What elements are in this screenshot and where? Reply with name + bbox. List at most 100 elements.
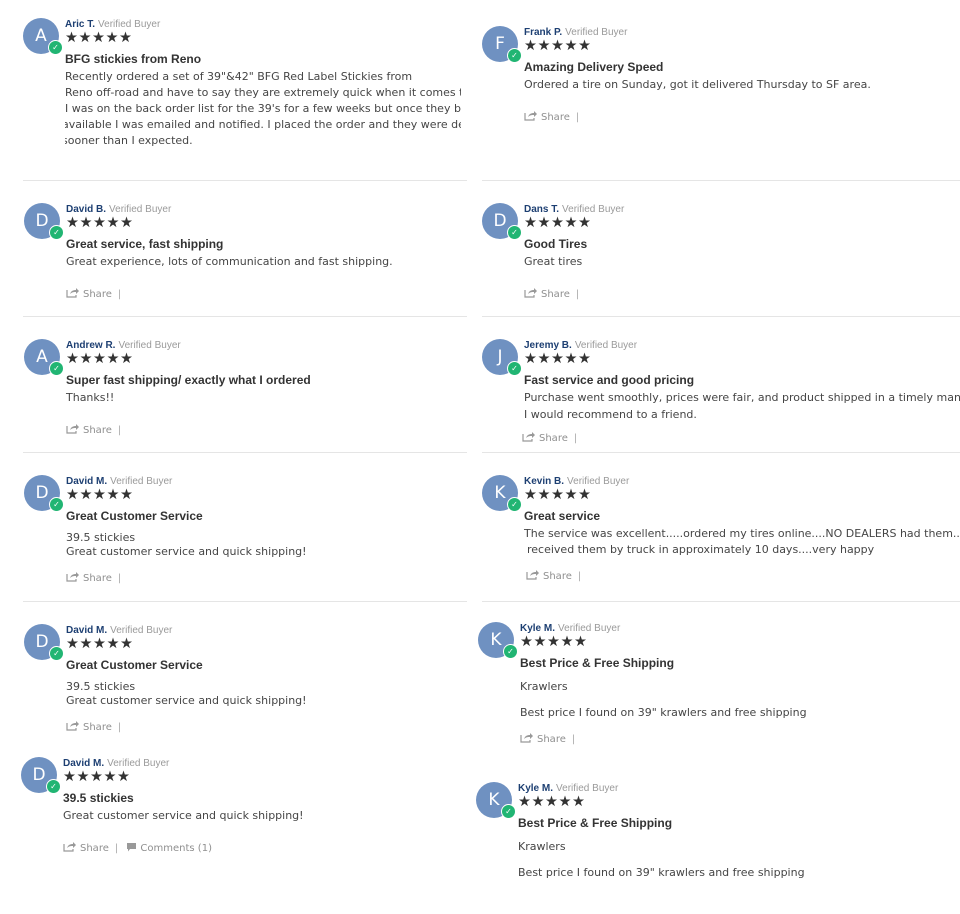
review-body-line xyxy=(520,693,807,706)
comments-button[interactable]: Comments (1) xyxy=(127,843,212,854)
share-icon xyxy=(522,431,535,442)
reviewer-name[interactable]: David M. xyxy=(63,758,104,769)
share-icon xyxy=(63,841,76,852)
separator: | xyxy=(114,843,119,854)
separator: | xyxy=(117,722,122,733)
verified-buyer-label: Verified Buyer xyxy=(556,783,619,794)
star-rating: ★★★★★ xyxy=(524,215,592,231)
share-button[interactable]: Share xyxy=(66,287,112,300)
review-body-line: The service was excellent.....ordered my… xyxy=(524,527,960,540)
review-body-line xyxy=(518,853,805,866)
separator: | xyxy=(573,433,578,444)
star-rating: ★★★★★ xyxy=(524,351,592,367)
review-title: Fast service and good pricing xyxy=(524,373,695,387)
review-body-line: Krawlers xyxy=(520,680,568,693)
reviewer-name[interactable]: David B. xyxy=(66,204,106,215)
reviewer-name[interactable]: Jeremy B. xyxy=(524,340,572,351)
reviewer-name[interactable]: Kyle M. xyxy=(518,783,553,794)
review-title: Great Customer Service xyxy=(66,658,203,672)
share-button[interactable]: Share xyxy=(526,569,572,582)
review-body-line: Thanks!! xyxy=(66,391,115,404)
verified-buyer-label: Verified Buyer xyxy=(558,623,621,634)
star-rating: ★★★★★ xyxy=(63,769,131,785)
reviewer-name[interactable]: Frank P. xyxy=(524,27,562,38)
share-button[interactable]: Share xyxy=(66,720,112,733)
share-button[interactable]: Share xyxy=(520,733,566,745)
share-icon xyxy=(524,287,537,298)
review-title: Great service xyxy=(524,509,601,523)
verified-buyer-label: Verified Buyer xyxy=(109,204,172,215)
review-actions: Share | xyxy=(524,287,585,301)
verified-check-icon: ✓ xyxy=(48,40,63,55)
review-title: Great service, fast shipping xyxy=(66,237,224,251)
review-body-line: 39.5 stickies xyxy=(66,680,136,693)
review-body-line: Great customer service and quick shippin… xyxy=(66,545,307,558)
review-body: Krawlers Best price I found on 39" krawl… xyxy=(520,680,807,719)
share-button[interactable]: Share xyxy=(66,571,112,584)
divider xyxy=(482,316,960,317)
verified-buyer-label: Verified Buyer xyxy=(118,340,181,351)
review-body-line: Great experience, lots of communication … xyxy=(66,255,393,268)
reviewer-name[interactable]: Kyle M. xyxy=(520,623,555,634)
share-icon xyxy=(66,720,79,731)
share-icon xyxy=(526,569,539,580)
review-title: Super fast shipping/ exactly what I orde… xyxy=(66,373,311,387)
divider xyxy=(23,601,467,602)
share-button[interactable]: Share xyxy=(63,841,109,854)
review-body: Great tires xyxy=(524,254,582,270)
star-rating: ★★★★★ xyxy=(65,30,133,46)
review-actions: Share | Comments (1) xyxy=(63,841,212,855)
star-rating: ★★★★★ xyxy=(66,487,134,503)
share-button[interactable]: Share xyxy=(522,431,568,444)
review-title: 39.5 stickies xyxy=(63,791,134,805)
verified-check-icon: ✓ xyxy=(49,497,64,512)
divider xyxy=(23,452,467,453)
review-body-line: available I was emailed and notified. I … xyxy=(65,118,461,131)
verified-buyer-label: Verified Buyer xyxy=(565,27,628,38)
review-body-line: I was on the back order list for the 39'… xyxy=(65,102,461,115)
verified-check-icon: ✓ xyxy=(49,646,64,661)
review-actions: Share | xyxy=(66,571,127,585)
review-actions: Share | xyxy=(520,732,581,746)
separator: | xyxy=(575,289,580,300)
review-body: Thanks!! xyxy=(66,390,114,406)
review-body: Krawlers Best price I found on 39" krawl… xyxy=(518,840,805,879)
review-body-line: Best price I found on 39" krawlers and f… xyxy=(520,706,807,719)
review-body-line: Reno off-road and have to say they are e… xyxy=(65,86,461,99)
share-button[interactable]: Share xyxy=(66,424,112,436)
separator: | xyxy=(117,289,122,300)
reviewer-name[interactable]: David M. xyxy=(66,476,107,487)
share-button[interactable]: Share xyxy=(524,287,570,300)
star-rating: ★★★★★ xyxy=(524,38,592,54)
review-body-line: Krawlers xyxy=(518,840,566,853)
reviewer-name[interactable]: Kevin B. xyxy=(524,476,564,487)
reviewer-name[interactable]: Andrew R. xyxy=(66,340,115,351)
review-body-line: Recently ordered a set of 39"&42" BFG Re… xyxy=(65,70,413,83)
star-rating: ★★★★★ xyxy=(66,215,134,231)
review-body: Great customer service and quick shippin… xyxy=(63,808,304,824)
review-title: Best Price & Free Shipping xyxy=(520,656,675,670)
review-body-line: Ordered a tire on Sunday, got it deliver… xyxy=(524,78,871,91)
verified-buyer-label: Verified Buyer xyxy=(567,476,630,487)
verified-check-icon: ✓ xyxy=(507,497,522,512)
review-title: Great Customer Service xyxy=(66,509,203,523)
share-icon xyxy=(66,287,79,298)
separator: | xyxy=(577,571,582,582)
review-actions: Share | xyxy=(526,569,587,583)
verified-check-icon: ✓ xyxy=(501,804,516,819)
review-actions: Share | xyxy=(66,287,127,301)
star-rating: ★★★★★ xyxy=(66,351,134,367)
share-button[interactable]: Share xyxy=(524,110,570,123)
share-icon xyxy=(66,571,79,582)
review-title: Best Price & Free Shipping xyxy=(518,816,673,830)
reviewer-name[interactable]: Dans T. xyxy=(524,204,559,215)
review-body-line: 39.5 stickies xyxy=(66,531,136,544)
reviewer-name[interactable]: Aric T. xyxy=(65,19,95,30)
star-rating: ★★★★★ xyxy=(520,634,588,650)
review-actions: Share | xyxy=(522,431,583,445)
share-icon xyxy=(524,110,537,121)
verified-check-icon: ✓ xyxy=(49,361,64,376)
verified-check-icon: ✓ xyxy=(507,225,522,240)
review-body: Ordered a tire on Sunday, got it deliver… xyxy=(524,77,871,93)
reviewer-name[interactable]: David M. xyxy=(66,625,107,636)
